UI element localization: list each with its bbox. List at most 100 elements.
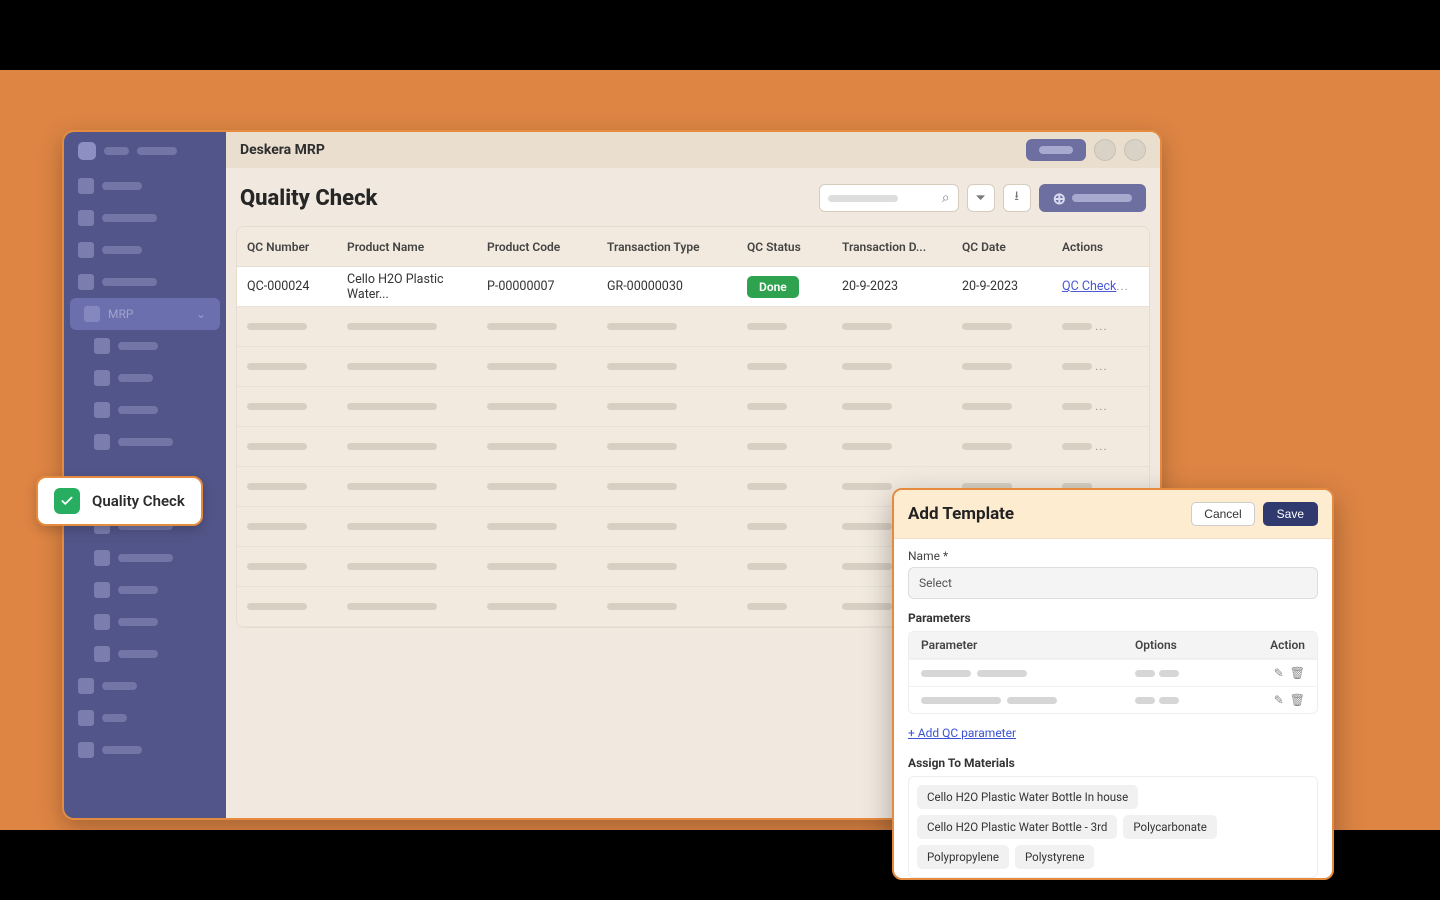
cell-product-name: Cello H2O Plastic Water... bbox=[347, 272, 487, 302]
cell-qc-status: Done bbox=[747, 276, 799, 298]
parameters-table: Parameter Options Action ✎🗑 ✎🗑 bbox=[908, 631, 1318, 714]
add-template-modal: Add Template Cancel Save Name * Select P… bbox=[892, 488, 1334, 880]
placeholder-bar bbox=[104, 147, 129, 155]
assign-heading: Assign To Materials bbox=[908, 756, 1318, 770]
edit-icon[interactable]: ✎ bbox=[1274, 693, 1284, 707]
search-input[interactable]: ⌕ bbox=[819, 184, 959, 212]
placeholder-bar bbox=[118, 374, 153, 382]
param-header: Parameter Options Action bbox=[909, 632, 1317, 659]
material-chip[interactable]: Polystyrene bbox=[1015, 845, 1094, 869]
edit-icon[interactable]: ✎ bbox=[1274, 666, 1284, 680]
th-transaction-doc: Transaction D... bbox=[842, 240, 962, 254]
ph-options: Options bbox=[1135, 638, 1235, 652]
sidebar-subitem[interactable] bbox=[64, 426, 226, 458]
cancel-button[interactable]: Cancel bbox=[1191, 502, 1254, 526]
filter-icon: ⏷ bbox=[975, 191, 985, 206]
ellipsis: ... bbox=[1116, 279, 1129, 293]
nav-icon bbox=[94, 582, 110, 598]
page-header: Quality Check ⌕ ⏷ ⭳ ⊕ bbox=[226, 168, 1160, 220]
placeholder-bar bbox=[1072, 194, 1132, 202]
placeholder-bar bbox=[102, 182, 142, 190]
nav-icon bbox=[94, 550, 110, 566]
cell-actions: QC Check... bbox=[1062, 279, 1150, 294]
sidebar-item[interactable] bbox=[64, 734, 226, 766]
cell-qc-number: QC-000024 bbox=[247, 279, 347, 294]
sidebar-subitem[interactable] bbox=[64, 606, 226, 638]
sidebar-subitem[interactable] bbox=[64, 542, 226, 574]
sidebar-item[interactable] bbox=[64, 234, 226, 266]
material-chip[interactable]: Polycarbonate bbox=[1123, 815, 1217, 839]
sidebar-item[interactable] bbox=[64, 202, 226, 234]
material-chip[interactable]: Polypropylene bbox=[917, 845, 1009, 869]
placeholder-bar bbox=[102, 682, 137, 690]
placeholder-bar bbox=[102, 214, 157, 222]
nav-icon bbox=[94, 370, 110, 386]
th-transaction-type: Transaction Type bbox=[607, 240, 747, 254]
placeholder-bar bbox=[118, 406, 158, 414]
add-button[interactable]: ⊕ bbox=[1039, 184, 1146, 212]
th-product-code: Product Code bbox=[487, 240, 607, 254]
table-row-placeholder: ... bbox=[237, 387, 1149, 427]
table-row-placeholder: ... bbox=[237, 347, 1149, 387]
sidebar-item[interactable] bbox=[64, 670, 226, 702]
nav-icon bbox=[78, 178, 94, 194]
sidebar-item[interactable] bbox=[64, 266, 226, 298]
name-label: Name * bbox=[908, 549, 1318, 563]
param-row: ✎🗑 bbox=[909, 686, 1317, 713]
material-chip[interactable]: Cello H2O Plastic Water Bottle In house bbox=[917, 785, 1138, 809]
modal-body: Name * Select Parameters Parameter Optio… bbox=[894, 539, 1332, 878]
delete-icon[interactable]: 🗑 bbox=[1290, 666, 1305, 680]
table-row-placeholder: ... bbox=[237, 307, 1149, 347]
param-row: ✎🗑 bbox=[909, 659, 1317, 686]
sidebar-item[interactable] bbox=[64, 702, 226, 734]
bell-icon[interactable] bbox=[1094, 139, 1116, 161]
materials-chips: Cello H2O Plastic Water Bottle In house … bbox=[908, 776, 1318, 878]
placeholder-bar bbox=[102, 278, 157, 286]
sidebar-mrp-label: MRP bbox=[108, 307, 133, 321]
modal-header: Add Template Cancel Save bbox=[894, 490, 1332, 539]
ph-action: Action bbox=[1235, 638, 1305, 652]
table-row-placeholder: ... bbox=[237, 427, 1149, 467]
th-qc-date: QC Date bbox=[962, 240, 1062, 254]
sidebar-subitem[interactable] bbox=[64, 574, 226, 606]
name-select[interactable]: Select bbox=[908, 567, 1318, 599]
topbar-primary-button[interactable] bbox=[1026, 139, 1086, 161]
page-title: Quality Check bbox=[240, 186, 377, 211]
app-logo-row bbox=[64, 132, 226, 170]
th-qc-status: QC Status bbox=[747, 240, 842, 254]
nav-icon bbox=[94, 338, 110, 354]
nav-icon bbox=[78, 742, 94, 758]
qc-check-link[interactable]: QC Check bbox=[1062, 279, 1116, 294]
nav-icon bbox=[94, 646, 110, 662]
nav-icon bbox=[78, 710, 94, 726]
placeholder-bar bbox=[118, 554, 173, 562]
placeholder-bar bbox=[118, 650, 158, 658]
sidebar-item-mrp[interactable]: MRP ⌄ bbox=[70, 298, 220, 330]
delete-icon[interactable]: 🗑 bbox=[1290, 693, 1305, 707]
placeholder-bar bbox=[1039, 146, 1073, 154]
topbar-title: Deskera MRP bbox=[240, 142, 325, 158]
nav-icon bbox=[78, 678, 94, 694]
status-badge-done: Done bbox=[747, 276, 799, 298]
chevron-down-icon: ⌄ bbox=[196, 307, 206, 321]
sidebar-subitem[interactable] bbox=[64, 362, 226, 394]
callout-label: Quality Check bbox=[92, 492, 185, 510]
save-button[interactable]: Save bbox=[1263, 502, 1318, 526]
avatar[interactable] bbox=[1124, 139, 1146, 161]
topbar: Deskera MRP bbox=[226, 132, 1160, 168]
sidebar-subitem[interactable] bbox=[64, 394, 226, 426]
material-chip[interactable]: Cello H2O Plastic Water Bottle - 3rd bbox=[917, 815, 1117, 839]
filter-button[interactable]: ⏷ bbox=[967, 184, 995, 212]
placeholder-bar bbox=[102, 714, 127, 722]
sidebar-subitem[interactable] bbox=[64, 330, 226, 362]
th-actions: Actions bbox=[1062, 240, 1150, 254]
sidebar-item[interactable] bbox=[64, 170, 226, 202]
add-qc-parameter-link[interactable]: + Add QC parameter bbox=[908, 726, 1016, 740]
nav-icon bbox=[94, 614, 110, 630]
stage-background: MRP ⌄ Deskera MRP bbox=[0, 70, 1440, 830]
page-actions: ⌕ ⏷ ⭳ ⊕ bbox=[819, 184, 1146, 212]
download-button[interactable]: ⭳ bbox=[1003, 184, 1031, 212]
table-row[interactable]: QC-000024 Cello H2O Plastic Water... P-0… bbox=[237, 267, 1149, 307]
sidebar-subitem[interactable] bbox=[64, 638, 226, 670]
nav-icon bbox=[94, 434, 110, 450]
